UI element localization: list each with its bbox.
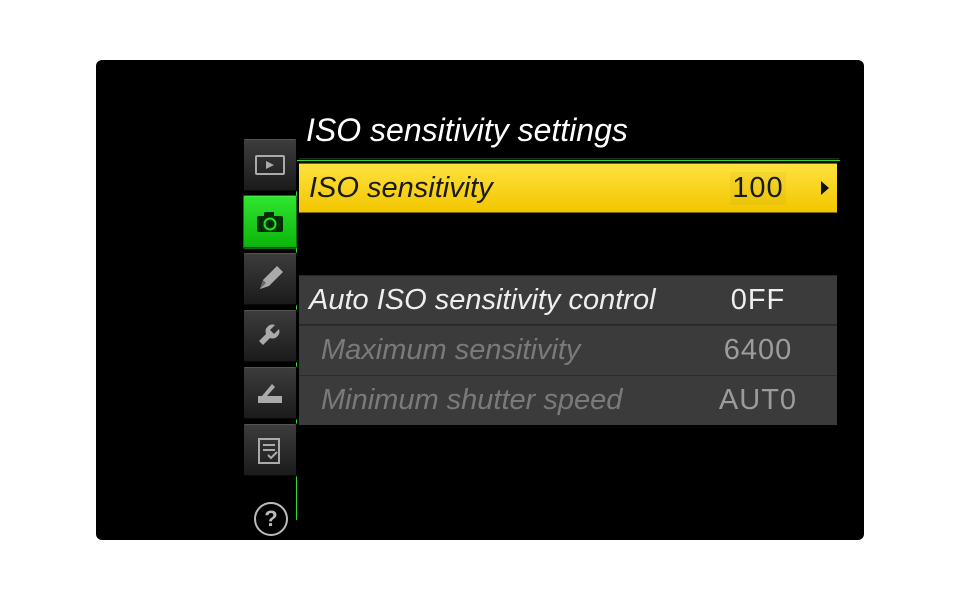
tab-custom[interactable] — [243, 252, 297, 306]
row-label: Auto ISO sensitivity control — [299, 284, 703, 317]
settings-list: ISO sensitivity 100 Auto ISO sensitivity… — [299, 163, 837, 425]
help-label: ? — [264, 506, 277, 532]
playback-icon — [253, 148, 287, 182]
tab-mymenu[interactable] — [243, 423, 297, 477]
row-label: ISO sensitivity — [299, 172, 703, 205]
sidebar-tabs — [243, 138, 297, 480]
camera-menu-screen: ISO sensitivity settings — [96, 60, 864, 540]
row-minimum-shutter-speed: Minimum shutter speed AUT0 — [299, 375, 837, 425]
title-divider — [299, 158, 839, 160]
tab-shooting[interactable] — [243, 195, 297, 249]
chevron-right-icon — [813, 179, 837, 197]
row-value: 0FF — [729, 284, 788, 317]
page-title: ISO sensitivity settings — [306, 112, 628, 149]
tab-setup[interactable] — [243, 309, 297, 363]
pencil-icon — [253, 262, 287, 296]
row-value: AUT0 — [717, 384, 799, 417]
row-maximum-sensitivity: Maximum sensitivity 6400 — [299, 325, 837, 375]
row-auto-iso-control[interactable]: Auto ISO sensitivity control 0FF — [299, 275, 837, 325]
row-label: Minimum shutter speed — [299, 384, 703, 417]
row-iso-sensitivity[interactable]: ISO sensitivity 100 — [299, 163, 837, 213]
tab-playback[interactable] — [243, 138, 297, 192]
retouch-icon — [253, 376, 287, 410]
row-value: 100 — [730, 172, 785, 205]
row-value: 6400 — [722, 334, 795, 367]
list-spacer — [299, 213, 837, 275]
camera-icon — [253, 205, 287, 239]
help-button[interactable]: ? — [254, 502, 288, 536]
wrench-icon — [253, 319, 287, 353]
mymenu-icon — [253, 433, 287, 467]
row-label: Maximum sensitivity — [299, 334, 703, 367]
tab-retouch[interactable] — [243, 366, 297, 420]
